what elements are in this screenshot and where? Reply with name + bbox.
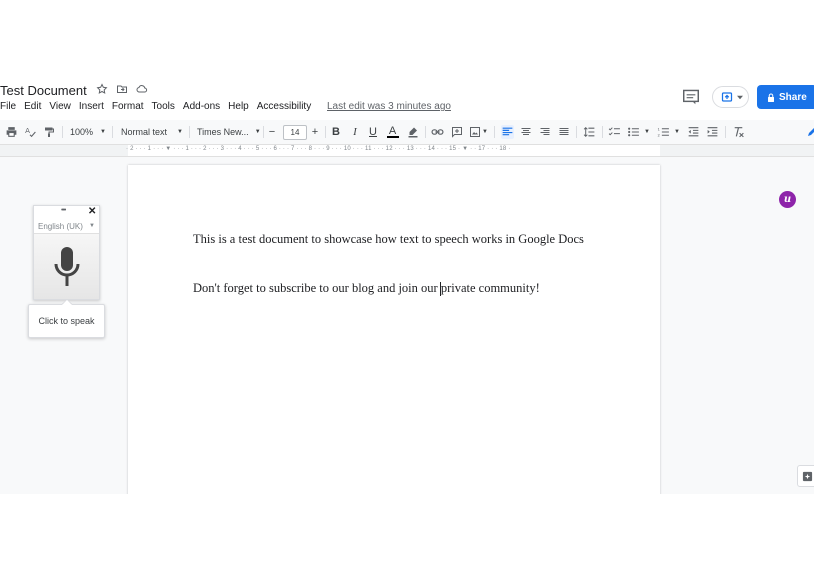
text-color-label: A (388, 125, 397, 137)
font-size-input[interactable]: 14 (283, 125, 307, 140)
menu-insert[interactable]: Insert (79, 101, 104, 112)
comment-history-icon[interactable] (682, 89, 700, 105)
ruler-labels: · 2 · · · 1 · · · ▼ · · · 1 · · · 2 · · … (126, 146, 511, 152)
increase-font-size-button[interactable]: + (309, 125, 321, 139)
toolbar-divider (189, 126, 190, 138)
increase-indent-icon[interactable] (706, 125, 719, 139)
zoom-value: 100% (70, 127, 94, 137)
font-select[interactable]: Times New... ▼ (197, 125, 261, 139)
italic-button[interactable]: I (349, 125, 361, 139)
language-value: English (UK) (38, 222, 83, 231)
more-options-icon[interactable]: ••• (61, 207, 66, 214)
present-icon (721, 92, 733, 102)
svg-text:A: A (25, 126, 30, 135)
chevron-down-icon[interactable]: ▼ (482, 125, 488, 139)
menu-accessibility[interactable]: Accessibility (257, 101, 311, 112)
toolbar-divider (112, 126, 113, 138)
menu-tools[interactable]: Tools (152, 101, 175, 112)
paint-format-icon[interactable] (43, 125, 55, 139)
language-select[interactable]: English (UK) ▼ (34, 220, 99, 234)
toolbar-divider (62, 126, 63, 138)
chevron-down-icon[interactable]: ▼ (674, 125, 680, 139)
text-color-button[interactable]: A (386, 125, 399, 139)
explore-button[interactable] (797, 465, 814, 487)
last-edit-link[interactable]: Last edit was 3 minutes ago (327, 101, 451, 112)
chevron-down-icon: ▼ (177, 129, 183, 135)
spellcheck-icon[interactable]: A (24, 125, 37, 139)
checklist-icon[interactable] (608, 125, 621, 139)
lock-icon (768, 93, 774, 102)
svg-text:2: 2 (658, 132, 661, 137)
insert-image-icon[interactable] (469, 125, 481, 139)
explore-icon (802, 471, 813, 482)
microphone-button[interactable] (34, 234, 99, 299)
star-icon[interactable] (96, 83, 108, 95)
align-right-icon[interactable] (539, 125, 551, 139)
click-to-speak-tooltip: Click to speak (28, 304, 105, 338)
close-icon[interactable]: ✕ (88, 206, 96, 217)
paragraph-style-value: Normal text (121, 127, 168, 137)
align-justify-icon[interactable] (558, 125, 570, 139)
toolbar-divider (576, 126, 577, 138)
document-title[interactable]: Test Document (0, 83, 87, 98)
paragraph-style-select[interactable]: Normal text ▼ (121, 125, 185, 139)
chevron-down-icon[interactable]: ▼ (644, 125, 650, 139)
menu-add-ons[interactable]: Add-ons (183, 101, 220, 112)
toolbar-divider (602, 126, 603, 138)
menu-help[interactable]: Help (228, 101, 249, 112)
menu-format[interactable]: Format (112, 101, 144, 112)
title-bar: Test Document File Edit View Insert Format To… (0, 80, 814, 120)
microphone-icon (54, 246, 79, 286)
move-folder-icon[interactable] (116, 83, 128, 95)
toolbar-divider (425, 126, 426, 138)
chevron-down-icon (737, 95, 743, 100)
docs-app: Test Document File Edit View Insert Format To… (0, 80, 814, 494)
menu-file[interactable]: File (0, 101, 16, 112)
decrease-font-size-button[interactable]: − (266, 125, 278, 139)
tooltip-arrow-fill (62, 300, 72, 305)
toolbar-divider (263, 126, 264, 138)
toolbar-divider (494, 126, 495, 138)
align-center-icon[interactable] (520, 125, 532, 139)
share-button[interactable]: Share (757, 85, 814, 109)
svg-text:1: 1 (658, 126, 661, 131)
document-paragraph[interactable]: This is a test document to showcase how … (193, 232, 584, 247)
cloud-status-icon[interactable] (136, 83, 148, 95)
underline-button[interactable]: U (367, 125, 379, 139)
clear-formatting-icon[interactable] (732, 125, 745, 139)
numbered-list-icon[interactable]: 12 (657, 125, 670, 139)
menu-edit[interactable]: Edit (24, 101, 41, 112)
extension-badge-icon[interactable]: u (779, 191, 796, 208)
font-value: Times New... (197, 127, 249, 137)
present-button[interactable] (712, 86, 749, 108)
zoom-select[interactable]: 100% ▼ (70, 125, 110, 139)
toolbar-divider (725, 126, 726, 138)
voice-typing-header: ••• ✕ (34, 206, 99, 220)
text-color-swatch (386, 136, 399, 138)
text-cursor (440, 282, 441, 296)
decrease-indent-icon[interactable] (687, 125, 700, 139)
editing-mode-icon[interactable] (806, 125, 814, 139)
bold-button[interactable]: B (330, 125, 342, 139)
menu-view[interactable]: View (49, 101, 71, 112)
share-button-label: Share (779, 91, 807, 103)
chevron-down-icon: ▼ (100, 129, 106, 135)
align-left-icon[interactable] (501, 125, 514, 139)
document-page[interactable]: This is a test document to showcase how … (128, 165, 660, 494)
horizontal-ruler[interactable]: · 2 · · · 1 · · · ▼ · · · 1 · · · 2 · · … (0, 144, 814, 157)
document-paragraph[interactable]: Don't forget to subscribe to our blog an… (193, 281, 540, 296)
menu-bar: File Edit View Insert Format Tools Add-ons Help… (0, 101, 319, 112)
highlight-color-icon[interactable] (407, 125, 419, 139)
bulleted-list-icon[interactable] (627, 125, 640, 139)
add-comment-icon[interactable] (451, 125, 463, 139)
voice-typing-panel: ••• ✕ English (UK) ▼ (33, 205, 100, 300)
formatting-toolbar: A 100% ▼ Normal text ▼ Times New... ▼ − 14 … (0, 122, 814, 142)
chevron-down-icon: ▼ (254, 129, 261, 135)
chevron-down-icon: ▼ (89, 223, 95, 229)
insert-link-icon[interactable] (431, 125, 444, 139)
toolbar-divider (325, 126, 326, 138)
print-icon[interactable] (5, 125, 18, 139)
line-spacing-icon[interactable] (583, 125, 596, 139)
